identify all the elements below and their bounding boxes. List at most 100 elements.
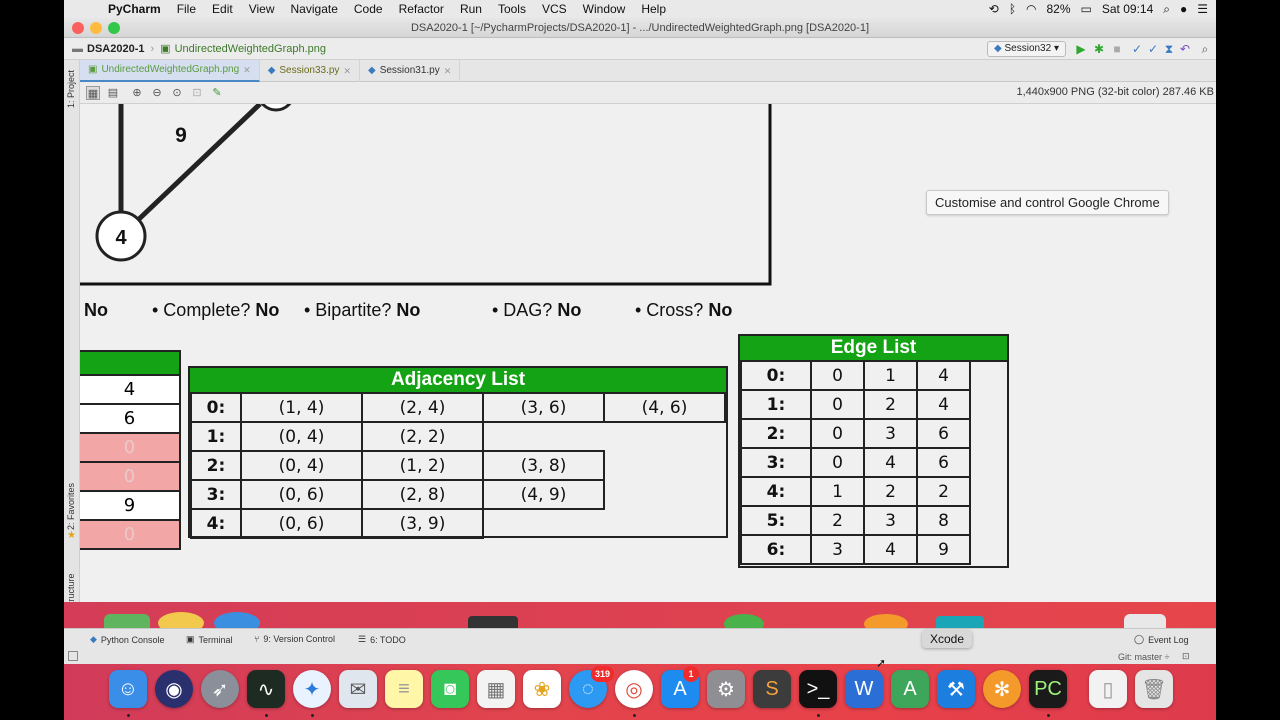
launchpad-icon[interactable]: ➶ bbox=[201, 670, 239, 708]
fit-zoom-icon[interactable]: ⊡ bbox=[190, 86, 204, 100]
menu-run[interactable]: Run bbox=[452, 0, 490, 18]
python-icon: ◆ bbox=[994, 43, 1002, 54]
close-window-button[interactable] bbox=[72, 22, 84, 34]
menu-help[interactable]: Help bbox=[633, 0, 674, 18]
menu-navigate[interactable]: Navigate bbox=[283, 0, 346, 18]
revert-icon[interactable]: ↶ bbox=[1178, 42, 1192, 56]
edge-index: 2: bbox=[740, 418, 812, 449]
activity-monitor-icon[interactable]: ∿ bbox=[247, 670, 285, 708]
menu-tools[interactable]: Tools bbox=[490, 0, 534, 18]
user-icon[interactable]: ● bbox=[1180, 2, 1187, 16]
adjacency-row: 2: (0, 4) (1, 2) (3, 8) bbox=[190, 450, 725, 481]
version-control-tab[interactable]: ⑂ 9: Version Control bbox=[254, 634, 335, 644]
breadcrumb-project[interactable]: ▬ DSA2020-1 bbox=[64, 43, 150, 55]
menu-window[interactable]: Window bbox=[575, 0, 634, 18]
facetime-icon[interactable]: ◙ bbox=[431, 670, 469, 708]
tool-windows-toggle-icon[interactable] bbox=[68, 651, 78, 661]
menu-refactor[interactable]: Refactor bbox=[391, 0, 452, 18]
sublime-text-icon[interactable]: S bbox=[753, 670, 791, 708]
bluetooth-icon[interactable]: ᛒ bbox=[1009, 2, 1016, 16]
tab-undirected-weighted-graph[interactable]: ▣ UndirectedWeightedGraph.png ✕ bbox=[80, 60, 260, 82]
edge-v: 2 bbox=[863, 389, 918, 420]
project-tool-tab[interactable]: 1: Project bbox=[66, 70, 76, 108]
terminal-icon[interactable]: >_ bbox=[799, 670, 837, 708]
background-toggle-icon[interactable]: ▦ bbox=[86, 86, 100, 100]
color-picker-icon[interactable]: ✎ bbox=[210, 86, 224, 100]
preview-icon[interactable]: ✉ bbox=[339, 670, 377, 708]
todo-tab[interactable]: ☰ 6: TODO bbox=[358, 634, 406, 645]
adjacency-entry: (3, 9) bbox=[361, 508, 484, 539]
zoom-in-icon[interactable]: ⊕ bbox=[130, 86, 144, 100]
breadcrumb-file[interactable]: ▣ UndirectedWeightedGraph.png bbox=[154, 42, 332, 56]
finder-icon[interactable]: ☺ bbox=[109, 670, 147, 708]
python-console-tab[interactable]: ◆ Python Console bbox=[90, 634, 164, 645]
debug-icon[interactable]: ✱ bbox=[1092, 42, 1106, 56]
android-studio-icon[interactable]: A bbox=[891, 670, 929, 708]
run-icon[interactable]: ▶ bbox=[1074, 42, 1088, 56]
actual-size-icon[interactable]: ⊙ bbox=[170, 86, 184, 100]
vcs-commit-icon[interactable]: ✓ bbox=[1146, 42, 1160, 56]
clock[interactable]: Sat 09:14 bbox=[1102, 2, 1153, 16]
adjacency-node: 1: bbox=[190, 421, 242, 452]
menu-view[interactable]: View bbox=[241, 0, 283, 18]
menu-file[interactable]: File bbox=[169, 0, 204, 18]
photo-booth-icon[interactable]: ▦ bbox=[477, 670, 515, 708]
app-icon[interactable]: ✻ bbox=[983, 670, 1021, 708]
edge-v: 4 bbox=[863, 534, 918, 565]
app-icon bbox=[468, 616, 518, 628]
word-icon[interactable]: W bbox=[845, 670, 883, 708]
run-configuration-select[interactable]: ◆ Session32 ▾ bbox=[987, 41, 1066, 57]
navigation-bar: ▬ DSA2020-1 › ▣ UndirectedWeightedGraph.… bbox=[64, 38, 1216, 60]
edge-u: 0 bbox=[810, 418, 865, 449]
safari-icon[interactable]: ✦ bbox=[293, 670, 331, 708]
chevron-down-icon: ▾ bbox=[1053, 43, 1059, 54]
vcs-history-icon[interactable]: ⧗ bbox=[1162, 42, 1176, 56]
zoom-out-icon[interactable]: ⊖ bbox=[150, 86, 164, 100]
app-icon bbox=[1124, 614, 1166, 628]
close-tab-icon[interactable]: ✕ bbox=[243, 59, 251, 81]
document-icon[interactable]: ▯ bbox=[1089, 670, 1127, 708]
minimize-window-button[interactable] bbox=[90, 22, 102, 34]
battery-icon[interactable]: ▭ bbox=[1081, 2, 1092, 16]
tab-session33[interactable]: ◆ Session33.py ✕ bbox=[260, 60, 360, 82]
close-tab-icon[interactable]: ✕ bbox=[343, 60, 351, 82]
edge-weight: 6 bbox=[916, 418, 971, 449]
edge-list-title: Edge List bbox=[740, 336, 1007, 362]
battery-percentage[interactable]: 82% bbox=[1047, 2, 1071, 16]
inner-dock-strip bbox=[64, 602, 1216, 628]
running-indicator bbox=[633, 714, 636, 717]
spotlight-icon[interactable]: ⌕ bbox=[1163, 2, 1170, 17]
close-tab-icon[interactable]: ✕ bbox=[444, 60, 452, 82]
event-log-tab[interactable]: ◯ Event Log bbox=[1134, 634, 1189, 645]
zoom-window-button[interactable] bbox=[108, 22, 120, 34]
tab-session31[interactable]: ◆ Session31.py ✕ bbox=[360, 60, 461, 82]
menu-code[interactable]: Code bbox=[346, 0, 391, 18]
app-menu[interactable]: PyCharm bbox=[108, 0, 169, 18]
trash-icon[interactable]: 🗑 bbox=[1135, 670, 1173, 708]
lock-icon[interactable]: ⊡ bbox=[1182, 651, 1190, 662]
property-label: • Complete? bbox=[152, 300, 251, 320]
git-branch-widget[interactable]: Git: master ÷ bbox=[1118, 652, 1169, 662]
system-preferences-icon[interactable]: ⚙ bbox=[707, 670, 745, 708]
grid-toggle-icon[interactable]: ▤ bbox=[106, 86, 120, 100]
menu-edit[interactable]: Edit bbox=[204, 0, 241, 18]
wifi-icon[interactable]: ◠ bbox=[1026, 2, 1036, 16]
xcode-icon[interactable]: ⚒ bbox=[937, 670, 975, 708]
vcs-update-icon[interactable]: ✓ bbox=[1130, 42, 1144, 56]
pycharm-icon[interactable]: PC bbox=[1029, 670, 1067, 708]
siri-icon[interactable]: ◉ bbox=[155, 670, 193, 708]
notes-icon[interactable]: ≡ bbox=[385, 670, 423, 708]
photos-icon[interactable]: ❀ bbox=[523, 670, 561, 708]
menu-vcs[interactable]: VCS bbox=[534, 0, 575, 18]
time-machine-icon[interactable]: ⟲ bbox=[989, 2, 999, 16]
edge-index: 5: bbox=[740, 505, 812, 536]
favorites-tool-tab[interactable]: 2: Favorites bbox=[66, 483, 76, 530]
notification-center-icon[interactable]: ☰ bbox=[1197, 2, 1208, 16]
status-bar: Git: master ÷ ⊡ bbox=[64, 650, 1216, 664]
stop-icon[interactable]: ■ bbox=[1110, 42, 1124, 56]
chrome-icon[interactable]: ◎ bbox=[615, 670, 653, 708]
edge-index: 6: bbox=[740, 534, 812, 565]
edge-v: 3 bbox=[863, 418, 918, 449]
search-everywhere-icon[interactable]: ⌕ bbox=[1198, 42, 1212, 56]
terminal-tab[interactable]: ▣ Terminal bbox=[186, 634, 233, 645]
